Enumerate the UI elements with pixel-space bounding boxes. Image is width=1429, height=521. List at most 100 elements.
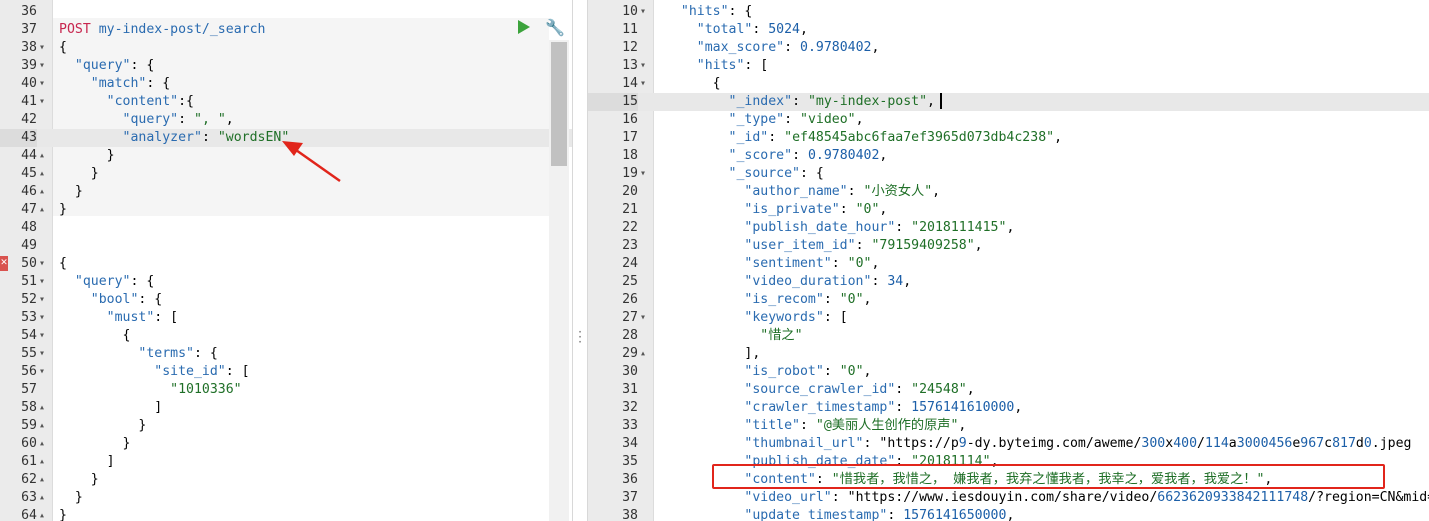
fold-open-icon[interactable]: ▾ bbox=[39, 273, 45, 291]
run-request-button[interactable] bbox=[518, 20, 530, 34]
request-line[interactable]: 38 ▾ { bbox=[0, 39, 572, 57]
response-line[interactable]: 30 "is_robot": "0", bbox=[588, 363, 1429, 381]
response-line[interactable]: 10 ▾ "hits": { bbox=[588, 3, 1429, 21]
response-line[interactable]: 26 "is_recom": "0", bbox=[588, 291, 1429, 309]
response-line[interactable]: 37 "video_url": "https://www.iesdouyin.c… bbox=[588, 489, 1429, 507]
response-line[interactable]: 24 "sentiment": "0", bbox=[588, 255, 1429, 273]
fold-close-icon[interactable]: ▴ bbox=[39, 453, 45, 471]
request-line[interactable]: 41 ▾ "content":{ bbox=[0, 93, 572, 111]
fold-open-icon[interactable]: ▾ bbox=[39, 57, 45, 75]
pane-divider[interactable]: · · · bbox=[572, 0, 588, 521]
fold-close-icon[interactable]: ▴ bbox=[39, 147, 45, 165]
fold-open-icon[interactable]: ▾ bbox=[640, 165, 646, 183]
fold-open-icon[interactable]: ▾ bbox=[39, 75, 45, 93]
request-line[interactable]: 64 ▴} bbox=[0, 507, 572, 521]
error-marker-icon[interactable]: ✕ bbox=[0, 256, 8, 271]
code-text: "_source": { bbox=[728, 166, 824, 181]
fold-close-icon[interactable]: ▴ bbox=[640, 345, 646, 363]
request-line[interactable]: 45 ▴ } bbox=[0, 165, 572, 183]
request-line[interactable]: 47 ▴} bbox=[0, 201, 572, 219]
response-line[interactable]: 31 "source_crawler_id": "24548", bbox=[588, 381, 1429, 399]
code-text: ] bbox=[59, 454, 115, 469]
request-line[interactable]: 62 ▴ } bbox=[0, 471, 572, 489]
request-line[interactable]: 43 "analyzer": "wordsEN" bbox=[0, 129, 572, 147]
response-line[interactable]: 18 "_score": 0.9780402, bbox=[588, 147, 1429, 165]
fold-open-icon[interactable]: ▾ bbox=[640, 57, 646, 75]
request-line[interactable]: 48 bbox=[0, 219, 572, 237]
fold-open-icon[interactable]: ▾ bbox=[640, 75, 646, 93]
request-line[interactable]: 39 ▾ "query": { bbox=[0, 57, 572, 75]
fold-close-icon[interactable]: ▴ bbox=[39, 507, 45, 521]
fold-close-icon[interactable]: ▴ bbox=[39, 471, 45, 489]
request-line[interactable]: 58 ▴ ] bbox=[0, 399, 572, 417]
request-line[interactable]: 56 ▾ "site_id": [ bbox=[0, 363, 572, 381]
fold-close-icon[interactable]: ▴ bbox=[39, 399, 45, 417]
fold-open-icon[interactable]: ▾ bbox=[39, 255, 45, 273]
request-line[interactable]: 63 ▴ } bbox=[0, 489, 572, 507]
request-line[interactable]: 52 ▾ "bool": { bbox=[0, 291, 572, 309]
response-line[interactable]: 23 "user_item_id": "79159409258", bbox=[588, 237, 1429, 255]
request-line[interactable]: 59 ▴ } bbox=[0, 417, 572, 435]
fold-open-icon[interactable]: ▾ bbox=[39, 309, 45, 327]
response-line[interactable]: 38 "update_timestamp": 1576141650000, bbox=[588, 507, 1429, 521]
fold-open-icon[interactable]: ▾ bbox=[39, 363, 45, 381]
fold-open-icon[interactable]: ▾ bbox=[39, 39, 45, 57]
fold-open-icon[interactable]: ▾ bbox=[39, 93, 45, 111]
response-line[interactable]: 29 ▴ ], bbox=[588, 345, 1429, 363]
request-line[interactable]: 44 ▴ } bbox=[0, 147, 572, 165]
request-line[interactable]: 37 POST my-index-post/_search bbox=[0, 21, 572, 39]
fold-close-icon[interactable]: ▴ bbox=[39, 165, 45, 183]
request-line[interactable]: 53 ▾ "must": [ bbox=[0, 309, 572, 327]
response-viewer-pane[interactable]: 10 ▾ "hits": {11 "total": 5024, 12 "max_sc… bbox=[588, 0, 1429, 521]
fold-open-icon[interactable]: ▾ bbox=[39, 291, 45, 309]
response-line[interactable]: 33 "title": "@美丽人生创作的原声", bbox=[588, 417, 1429, 435]
fold-close-icon[interactable]: ▴ bbox=[39, 435, 45, 453]
wrench-icon[interactable]: 🔧 bbox=[545, 18, 565, 37]
line-number: 48 bbox=[21, 220, 37, 235]
response-line[interactable]: 32 "crawler_timestamp": 1576141610000, bbox=[588, 399, 1429, 417]
response-line[interactable]: 21 "is_private": "0", bbox=[588, 201, 1429, 219]
request-line[interactable]: 55 ▾ "terms": { bbox=[0, 345, 572, 363]
response-line[interactable]: 12 "max_score": 0.9780402, bbox=[588, 39, 1429, 57]
fold-open-icon[interactable]: ▾ bbox=[39, 345, 45, 363]
response-line[interactable]: 28 "惜之" bbox=[588, 327, 1429, 345]
request-line[interactable]: 57 "1010336" bbox=[0, 381, 572, 399]
response-line[interactable]: 16 "_type": "video", bbox=[588, 111, 1429, 129]
request-line[interactable]: 42 "query": ", ", bbox=[0, 111, 572, 129]
divider-grip-icon[interactable]: · · · bbox=[577, 326, 583, 348]
fold-open-icon[interactable]: ▾ bbox=[39, 327, 45, 345]
request-line[interactable]: 49 bbox=[0, 237, 572, 255]
response-line[interactable]: 11 "total": 5024, bbox=[588, 21, 1429, 39]
request-line[interactable]: 54 ▾ { bbox=[0, 327, 572, 345]
fold-close-icon[interactable]: ▴ bbox=[39, 183, 45, 201]
fold-open-icon[interactable]: ▾ bbox=[640, 309, 646, 327]
request-line[interactable]: 46 ▴ } bbox=[0, 183, 572, 201]
response-line[interactable]: 22 "publish_date_hour": "2018111415", bbox=[588, 219, 1429, 237]
fold-open-icon[interactable]: ▾ bbox=[640, 3, 646, 21]
code-text: "_score": 0.9780402, bbox=[728, 148, 888, 163]
response-line[interactable]: 13 ▾ "hits": [ bbox=[588, 57, 1429, 75]
response-line[interactable]: 19 ▾ "_source": { bbox=[588, 165, 1429, 183]
line-number: 12 bbox=[622, 40, 638, 55]
response-line[interactable]: 34 "thumbnail_url": "https://p9-dy.bytei… bbox=[588, 435, 1429, 453]
fold-close-icon[interactable]: ▴ bbox=[39, 489, 45, 507]
response-line[interactable]: 20 "author_name": "小资女人", bbox=[588, 183, 1429, 201]
code-text: } bbox=[59, 472, 99, 487]
request-line[interactable]: 36 bbox=[0, 3, 572, 21]
response-line[interactable]: 27 ▾ "keywords": [ bbox=[588, 309, 1429, 327]
response-line[interactable]: 17 "_id": "ef48545abc6faa7ef3965d073db4c… bbox=[588, 129, 1429, 147]
line-number: 18 bbox=[622, 148, 638, 163]
editor-scrollbar-thumb[interactable] bbox=[551, 42, 567, 166]
request-editor-pane[interactable]: 36 37 POST my-index-post/_search 38 ▾{39 ▾ "q… bbox=[0, 0, 572, 521]
request-line[interactable]: 60 ▴ } bbox=[0, 435, 572, 453]
response-line[interactable]: 15 "_index": "my-index-post", bbox=[588, 93, 1429, 111]
code-text: "query": ", ", bbox=[122, 112, 234, 127]
fold-close-icon[interactable]: ▴ bbox=[39, 201, 45, 219]
fold-close-icon[interactable]: ▴ bbox=[39, 417, 45, 435]
request-line[interactable]: 40 ▾ "match": { bbox=[0, 75, 572, 93]
request-line[interactable]: 51 ▾ "query": { bbox=[0, 273, 572, 291]
request-line[interactable]: 50 ▾{ bbox=[0, 255, 572, 273]
request-line[interactable]: 61 ▴ ] bbox=[0, 453, 572, 471]
response-line[interactable]: 25 "video_duration": 34, bbox=[588, 273, 1429, 291]
response-line[interactable]: 14 ▾ { bbox=[588, 75, 1429, 93]
